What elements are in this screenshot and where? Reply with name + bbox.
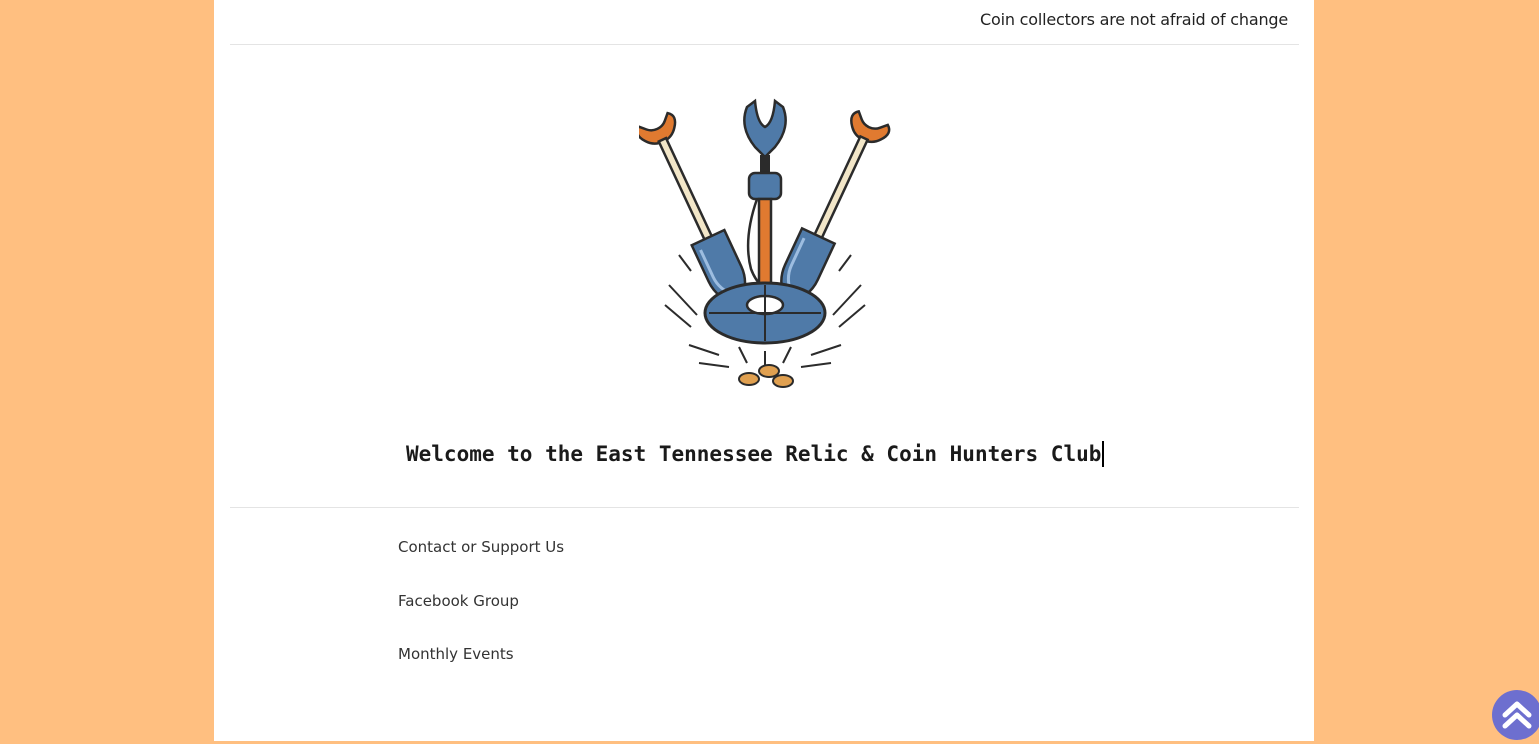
site-tagline: Coin collectors are not afraid of change bbox=[980, 10, 1288, 29]
club-logo-icon bbox=[639, 98, 891, 388]
nav-link-contact[interactable]: Contact or Support Us bbox=[398, 538, 564, 558]
double-chevron-up-icon bbox=[1502, 701, 1532, 729]
nav-link-facebook-group[interactable]: Facebook Group bbox=[398, 592, 564, 612]
page-container: Coin collectors are not afraid of change bbox=[214, 0, 1314, 741]
main-nav: Contact or Support Us Facebook Group Mon… bbox=[398, 538, 564, 699]
text-caret bbox=[1102, 441, 1105, 467]
metal-detector-icon bbox=[703, 98, 827, 345]
welcome-heading: Welcome to the East Tennessee Relic & Co… bbox=[406, 441, 1105, 467]
content-divider bbox=[230, 507, 1299, 508]
welcome-heading-text: Welcome to the East Tennessee Relic & Co… bbox=[406, 442, 1102, 466]
coins-icon bbox=[738, 364, 794, 388]
header-divider bbox=[230, 44, 1299, 45]
right-shovel-icon bbox=[780, 109, 891, 305]
left-shovel-icon bbox=[639, 111, 747, 307]
scroll-to-top-button[interactable] bbox=[1492, 690, 1539, 740]
nav-link-monthly-events[interactable]: Monthly Events bbox=[398, 645, 564, 665]
